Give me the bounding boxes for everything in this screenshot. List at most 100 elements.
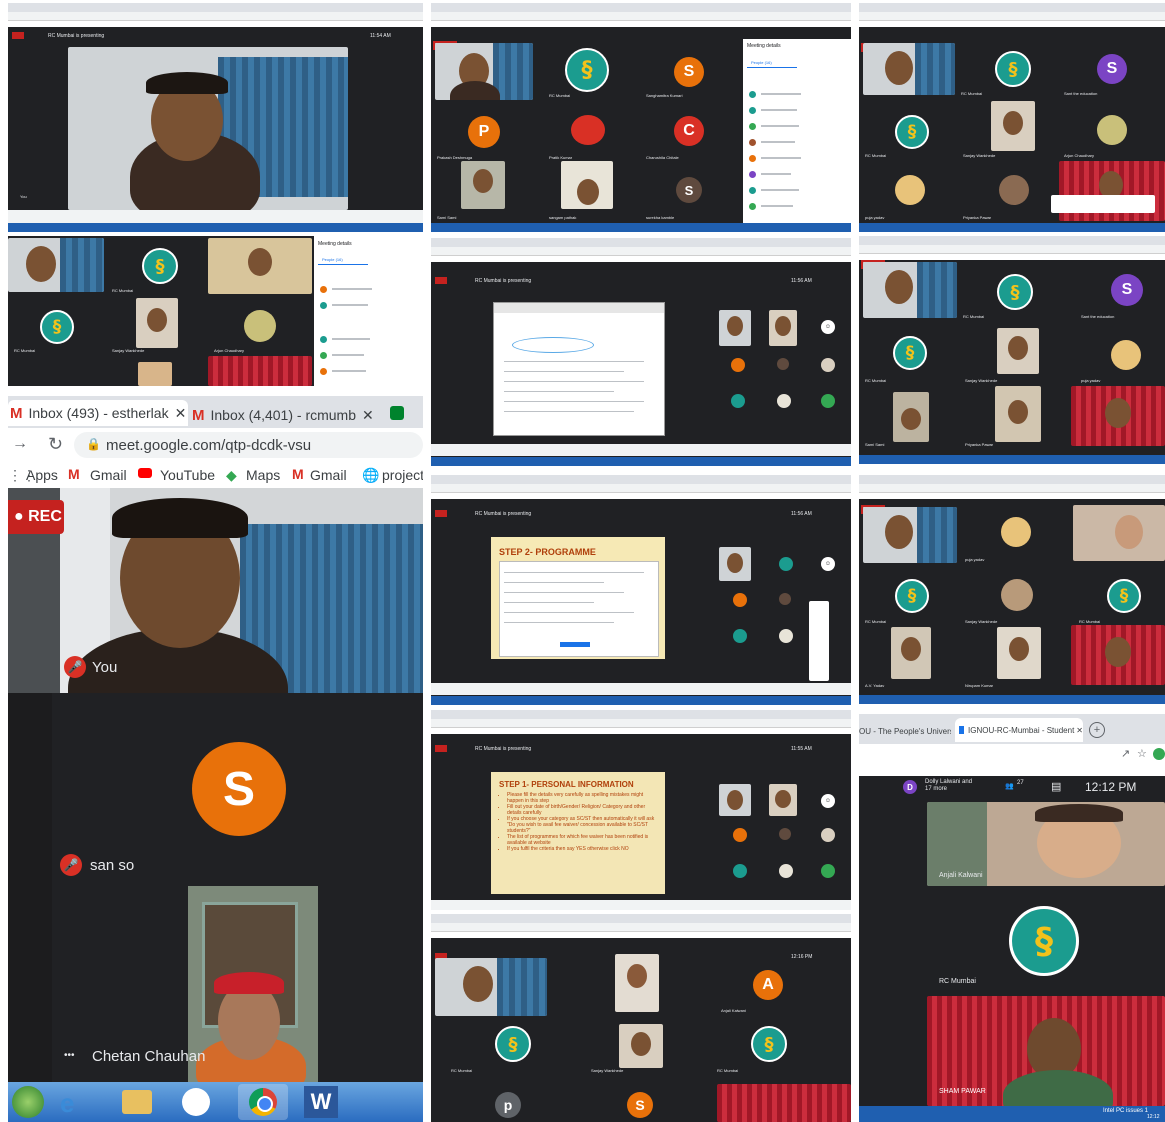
tab-inbox-1[interactable]: M Inbox (493) - estherlak ✕ (8, 400, 188, 426)
tile-name: RC Mumbai (865, 378, 887, 383)
tile-name: Pratik Kumar (549, 155, 573, 160)
windows-taskbar (859, 695, 1165, 704)
browser-tab-bar[interactable] (431, 710, 851, 719)
address-bar[interactable] (859, 245, 1165, 254)
avatar (779, 593, 791, 605)
tab-people[interactable]: People (16) (322, 257, 343, 262)
tab-people[interactable]: People (16) (751, 60, 772, 65)
video-participant (188, 886, 318, 1082)
tab-ignou[interactable]: IGNOU-RC-Mumbai - Student ✕ (955, 718, 1083, 742)
chat-icon[interactable]: ▤ (1051, 780, 1061, 793)
participant-count: 27 (1017, 780, 1024, 786)
address-bar[interactable] (431, 484, 851, 493)
video-tile (997, 627, 1041, 679)
avatar (821, 394, 835, 408)
video-tile (863, 507, 957, 563)
address-bar[interactable] (431, 247, 851, 256)
new-tab-button[interactable]: + (1089, 722, 1105, 738)
tile-name: RC Mumbai (451, 1068, 473, 1073)
address-bar-row: → ↻ 🔒 meet.google.com/qtp-dcdk-vsu (8, 428, 423, 462)
tile-name: RC Mumbai (112, 288, 134, 293)
browser-tab-bar[interactable] (431, 3, 851, 12)
presenting-label: RC Mumbai is presenting (475, 746, 532, 752)
word-icon[interactable]: W (304, 1086, 338, 1118)
volume-popup[interactable] (809, 601, 829, 681)
address-bar[interactable] (431, 719, 851, 728)
lock-icon: 🔒 (86, 437, 101, 451)
bookmark-gmail-2[interactable]: Gmail (310, 467, 347, 483)
video-tile (208, 356, 312, 386)
avatar (733, 864, 747, 878)
avatar: A (753, 970, 783, 1000)
tile-name: Nirupam Kumar (965, 683, 994, 688)
ie-icon[interactable]: e (60, 1088, 90, 1118)
meet-top-bar: D Dolly Lalwani and 17 more 👥 27 ▤ 12:12… (859, 776, 1165, 802)
download-bar (431, 900, 851, 910)
raised-hand-avatar (571, 115, 605, 145)
address-bar[interactable] (431, 12, 851, 21)
ignou-logo-icon: § (40, 310, 74, 344)
avatar: p (495, 1092, 521, 1118)
star-icon[interactable]: ☆ (1137, 747, 1147, 760)
reload-icon[interactable]: ↻ (48, 434, 63, 455)
self-label: You (20, 194, 27, 199)
bookmarks-bar (431, 728, 851, 734)
address-bar[interactable] (8, 12, 423, 21)
browser-tab-bar: OU - The People's Univers✕ IGNOU-RC-Mumb… (859, 714, 1165, 744)
browser-tab-bar[interactable] (431, 914, 851, 923)
tab-title: IGNOU-RC-Mumbai - Student (968, 725, 1075, 735)
bookmarks-bar (859, 766, 1165, 776)
tab-inbox-2[interactable]: M Inbox (4,401) - rcmumb ✕ (192, 404, 382, 426)
tray-notification[interactable]: Intel PC issues 1 (1103, 1108, 1148, 1114)
address-bar[interactable] (431, 923, 851, 932)
forward-icon[interactable]: → (12, 435, 28, 453)
meet-top-bar: RC Mumbai is presenting 11:56 AM (431, 507, 851, 521)
rec-badge (12, 32, 24, 39)
url-box[interactable]: 🔒 meet.google.com/qtp-dcdk-vsu (74, 432, 423, 458)
bookmarks-bar (859, 254, 1165, 260)
address-bar[interactable] (859, 12, 1165, 21)
address-bar[interactable] (859, 484, 1165, 493)
presenting-label: RC Mumbai is presenting (475, 511, 532, 517)
close-icon[interactable]: ✕ (1076, 726, 1083, 735)
avatar: ☺ (821, 320, 835, 334)
browser-tab-bar[interactable] (431, 475, 851, 484)
bookmarks-bar (431, 21, 851, 27)
bookmark-project[interactable]: project (382, 467, 423, 483)
bookmark-apps[interactable]: Apps (26, 467, 58, 483)
start-button[interactable] (12, 1086, 44, 1118)
share-icon[interactable]: ↗ (1121, 747, 1130, 760)
browser-tab-bar[interactable] (859, 475, 1165, 484)
download-bar (8, 210, 423, 223)
avatar: P (468, 116, 500, 148)
slide-title: STEP 2- PROGRAMME (499, 547, 596, 557)
globe-icon: 🌐 (362, 467, 380, 483)
notification-popup[interactable] (1051, 195, 1155, 213)
avatar (999, 175, 1029, 205)
ignou-logo-icon: § (997, 274, 1033, 310)
close-icon[interactable]: ✕ (175, 405, 187, 422)
bookmark-youtube[interactable]: YouTube (160, 467, 215, 483)
video-tile (561, 161, 613, 209)
tile-name: Priyanka Pawar (965, 442, 994, 447)
browser-tab-bar[interactable] (8, 3, 423, 12)
browser-tab-bar[interactable] (431, 238, 851, 247)
media-player-icon[interactable] (182, 1088, 210, 1116)
chrome-taskbar-button[interactable] (238, 1084, 288, 1120)
close-icon[interactable]: ✕ (362, 407, 374, 424)
browser-tab-bar[interactable] (859, 3, 1165, 12)
tile-name: RC Mumbai (865, 619, 887, 624)
bookmarks-bar (431, 493, 851, 499)
bookmark-maps[interactable]: Maps (246, 467, 280, 483)
explorer-icon[interactable] (122, 1090, 152, 1114)
tile-name: surekha kamble (646, 215, 675, 220)
slide-bullet: Please fill the details very carefully a… (507, 792, 657, 804)
avatar (779, 828, 791, 840)
people-icon[interactable]: 👥 (1005, 782, 1014, 790)
meet-top-bar: RC Mumbai is presenting 11:56 AM (431, 274, 851, 288)
profile-icon[interactable] (1153, 748, 1165, 760)
bookmark-gmail[interactable]: Gmail (90, 467, 127, 483)
tab-ou[interactable]: OU - The People's Univers✕ (859, 720, 951, 742)
meet-screenshot-7: M Inbox (493) - estherlak ✕ M Inbox (4,4… (8, 396, 423, 1122)
browser-tab-bar[interactable] (859, 236, 1165, 245)
